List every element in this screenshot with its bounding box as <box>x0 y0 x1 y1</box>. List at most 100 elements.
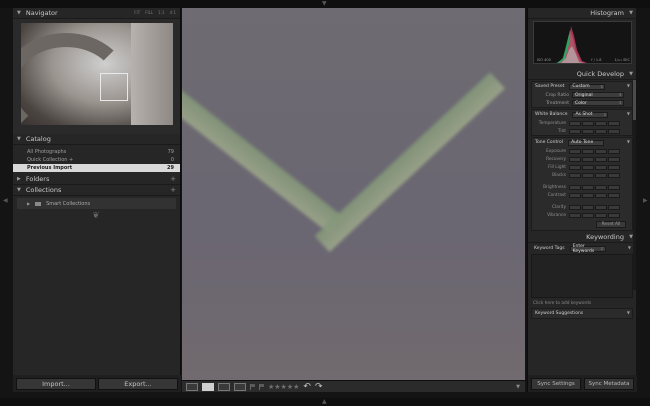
collapse-triangle-icon[interactable]: ▼ <box>627 310 630 315</box>
catalog-item-all-photographs[interactable]: All Photographs 79 <box>13 148 180 156</box>
right-panel-arrow-icon[interactable]: ▶ <box>643 198 648 204</box>
recovery-row: Recovery <box>532 155 632 163</box>
vibrance-row: Vibrance <box>532 211 632 219</box>
compare-view-icon[interactable] <box>218 382 230 391</box>
collections-header[interactable]: ▼ Collections + <box>13 185 180 196</box>
rotate-left-icon[interactable]: ↶ <box>303 382 311 392</box>
reject-flag-icon[interactable] <box>259 383 264 390</box>
keyword-entry-area[interactable] <box>531 254 633 298</box>
catalog-item-count: 0 <box>170 157 174 163</box>
temperature-row: Temperature <box>532 119 632 127</box>
catalog-header[interactable]: ▼ Catalog <box>13 134 180 145</box>
keywording-header[interactable]: Keywording ▼ <box>528 232 636 243</box>
add-folder-icon[interactable]: + <box>170 175 176 183</box>
collapse-triangle-icon[interactable]: ▼ <box>627 111 630 116</box>
recovery-stepper[interactable] <box>569 156 620 162</box>
navigator-zoom-box[interactable] <box>100 73 128 101</box>
tone-control-section: Tone Control Auto Tone ▼ Exposure Recove… <box>531 137 633 231</box>
navigator-header[interactable]: ▼ Navigator FIT FILL 1:1 4:1 <box>13 8 180 19</box>
dropdown-arrows-icon: ⇕ <box>618 100 622 105</box>
zoom-1-1[interactable]: 1:1 <box>158 10 164 15</box>
collection-smart-collections[interactable]: ▶ Smart Collections <box>17 198 176 209</box>
keyword-tags-dropdown[interactable]: Enter Keywords ⇕ <box>569 244 606 254</box>
panel-end-ornament-icon: ❦ <box>92 211 101 221</box>
add-collection-icon[interactable]: + <box>170 186 176 194</box>
collapse-triangle-icon[interactable]: ▼ <box>17 10 21 16</box>
bottom-panel-arrow-icon[interactable]: ▲ <box>322 399 327 405</box>
white-balance-row: White Balance As Shot ⇕ ▼ <box>532 110 632 119</box>
keyword-suggestions-row[interactable]: Keyword Suggestions ▼ <box>532 309 632 318</box>
keyword-hint[interactable]: Click here to add keywords <box>528 299 636 307</box>
catalog-item-quick-collection[interactable]: Quick Collection + 0 <box>13 156 180 164</box>
histogram-header[interactable]: Histogram ▼ <box>528 8 636 19</box>
expand-triangle-icon[interactable]: ▶ <box>27 201 30 206</box>
quick-develop-title: Quick Develop <box>576 70 624 78</box>
collapse-triangle-icon[interactable]: ▼ <box>628 245 631 250</box>
recovery-label: Recovery <box>546 156 566 162</box>
catalog-item-label: All Photographs <box>27 149 67 155</box>
navigator-zoom-options: FIT FILL 1:1 4:1 <box>134 10 176 15</box>
filmstrip-toggle-strip[interactable]: ▲ <box>0 398 650 406</box>
top-panel-toggle-strip[interactable]: ▼ <box>0 0 650 8</box>
navigator-thumbnail[interactable] <box>21 23 173 125</box>
zoom-fit[interactable]: FIT <box>134 10 140 15</box>
saved-preset-label: Saved Preset <box>535 84 565 89</box>
vibrance-stepper[interactable] <box>569 212 620 218</box>
pick-flag-icon[interactable] <box>250 383 255 390</box>
exposure-stepper[interactable] <box>569 148 620 154</box>
zoom-4-1[interactable]: 4:1 <box>170 10 176 15</box>
sync-metadata-button[interactable]: Sync Metadata <box>584 377 634 390</box>
white-balance-dropdown[interactable]: As Shot ⇕ <box>572 111 609 118</box>
left-panel-buttons: Import... Export... <box>13 375 181 392</box>
auto-tone-button[interactable]: Auto Tone <box>568 139 605 146</box>
clarity-stepper[interactable] <box>569 204 620 210</box>
rotate-right-icon[interactable]: ↷ <box>315 382 323 392</box>
collapse-triangle-icon[interactable]: ▼ <box>627 83 630 88</box>
main-photo-view[interactable] <box>182 8 525 380</box>
scrollbar-thumb[interactable] <box>633 80 636 120</box>
auto-tone-label: Auto Tone <box>571 140 594 145</box>
saved-preset-dropdown[interactable]: Custom ⇕ <box>569 83 606 90</box>
keyword-suggestions-section: Keyword Suggestions ▼ <box>531 308 633 319</box>
expand-triangle-icon[interactable]: ▶ <box>17 176 21 182</box>
loupe-view-icon[interactable] <box>202 382 214 391</box>
collapse-triangle-icon[interactable]: ▼ <box>629 10 633 16</box>
catalog-item-previous-import[interactable]: Previous Import 29 <box>13 164 180 172</box>
collapse-triangle-icon[interactable]: ▼ <box>627 139 630 144</box>
reset-all-button[interactable]: Reset All <box>596 221 626 228</box>
star-rating-icon[interactable]: ★★★★★ <box>268 383 299 391</box>
top-panel-arrow-icon[interactable]: ▼ <box>322 1 327 7</box>
crop-ratio-dropdown[interactable]: Original ⇕ <box>572 92 624 98</box>
folders-header[interactable]: ▶ Folders + <box>13 174 180 185</box>
white-balance-label: White Balance <box>535 112 568 117</box>
fill-light-stepper[interactable] <box>569 164 620 170</box>
collapse-triangle-icon[interactable]: ▼ <box>17 136 21 142</box>
left-panel-arrow-icon[interactable]: ◀ <box>3 198 8 204</box>
treatment-dropdown[interactable]: Color ⇕ <box>572 100 624 106</box>
brightness-label: Brightness <box>543 184 566 190</box>
keyword-suggestions-label: Keyword Suggestions <box>535 311 584 316</box>
survey-view-icon[interactable] <box>234 382 246 391</box>
grid-view-icon[interactable] <box>186 382 198 391</box>
quick-develop-header[interactable]: Quick Develop ▼ <box>528 69 636 80</box>
dropdown-arrows-icon: ⇕ <box>600 83 604 89</box>
collapse-triangle-icon[interactable]: ▼ <box>629 71 633 77</box>
white-balance-section: White Balance As Shot ⇕ ▼ Temperature Ti… <box>531 109 633 136</box>
collapse-triangle-icon[interactable]: ▼ <box>17 187 21 193</box>
histogram-graph[interactable]: ISO 400 200 mm f / 1.8 1/₁₂₅ SEC <box>533 21 632 64</box>
zoom-fill[interactable]: FILL <box>145 10 153 15</box>
contrast-stepper[interactable] <box>569 192 620 198</box>
brightness-stepper[interactable] <box>569 184 620 190</box>
blacks-stepper[interactable] <box>569 172 620 178</box>
tint-stepper[interactable] <box>569 128 620 134</box>
import-button[interactable]: Import... <box>16 377 96 390</box>
right-panel-scrollbar[interactable] <box>633 80 636 290</box>
temperature-stepper[interactable] <box>569 120 620 126</box>
toolbar-options-icon[interactable]: ▼ <box>516 384 520 390</box>
sync-settings-button[interactable]: Sync Settings <box>531 377 581 390</box>
crop-ratio-row: Crop Ratio Original ⇕ <box>532 91 632 99</box>
fill-light-row: Fill Light <box>532 163 632 171</box>
export-button[interactable]: Export... <box>98 377 178 390</box>
catalog-item-count: 79 <box>167 149 174 155</box>
collections-title: Collections <box>25 186 62 194</box>
